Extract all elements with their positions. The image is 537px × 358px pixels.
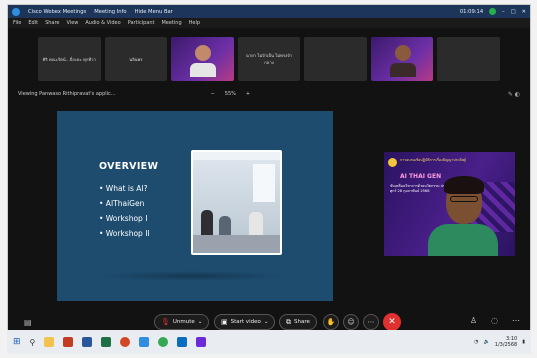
start-video-label: Start video (230, 319, 261, 325)
menu-audio-video[interactable]: Audio & Video (85, 20, 120, 26)
app-title: Cisco Webex Meetings (28, 8, 87, 15)
wifi-icon[interactable]: ◔ (474, 339, 478, 345)
participant-strip: ศิริ คณะรัตน์...นี่ระยะ ทุกทีวา นลินพร ฉ… (8, 31, 530, 85)
menu-help[interactable]: Help (189, 20, 200, 26)
participant-tile[interactable]: ฉายา ไม่จำเป็น ไม่ทรงจำ กลาง (237, 37, 301, 81)
windows-taskbar: ⊞ ⚲ ◔ 🔈 3:10 1/3/2568 ▮ (7, 330, 531, 354)
banner-ai-title: AI THAI GEN (400, 173, 442, 180)
menu-meeting[interactable]: Meeting (161, 20, 181, 26)
teams-icon[interactable] (196, 337, 207, 347)
participants-icon[interactable]: ♙ (470, 316, 477, 325)
webex-window: Cisco Webex Meetings Meeting Info Hide M… (7, 4, 531, 354)
participant-tile[interactable] (437, 37, 501, 81)
bullet-item: • Workshop I (99, 214, 148, 223)
volume-icon[interactable]: 🔈 (484, 339, 490, 345)
active-speaker-video[interactable]: การอบรมเชิงปฏิบัติการเรื่องปัญญาประดิษฐ์… (384, 152, 515, 256)
bullet-item: • Workshop II (99, 229, 150, 238)
viewing-label: Viewing Panwaso Rithipravat's applic... (18, 91, 116, 97)
more-icon[interactable]: ⋯ (512, 316, 520, 325)
unmute-label: Unmute (172, 319, 195, 325)
excel-icon[interactable] (101, 337, 112, 347)
banner-thai-title: การอบรมเชิงปฏิบัติการเรื่องปัญญาประดิษฐ์ (400, 158, 467, 162)
start-video-button[interactable]: ▣ Start video ⌄ (214, 314, 276, 330)
leave-meeting-button[interactable]: ✕ (383, 313, 401, 331)
start-icon[interactable]: ⊞ (13, 337, 21, 347)
camera-icon: ▣ (221, 318, 228, 326)
connection-status-icon (489, 8, 497, 15)
share-icon: ⧉ (286, 317, 291, 326)
bullet-item: • AIThaiGen (99, 199, 145, 208)
participant-name: ฉายา ไม่จำเป็น ไม่ทรงจำ กลาง (246, 53, 293, 65)
meeting-info-button[interactable]: Meeting Info (94, 9, 126, 15)
edge-icon[interactable] (177, 337, 188, 347)
system-tray: ◔ 🔈 3:10 1/3/2568 ▮ (474, 336, 525, 348)
title-bar: Cisco Webex Meetings Meeting Info Hide M… (8, 5, 530, 18)
university-logo-icon (388, 158, 397, 167)
zoom-in-button[interactable]: + (246, 91, 250, 97)
browser-icon[interactable] (120, 337, 131, 347)
microphone-muted-icon: 🎙 (161, 318, 170, 326)
slide-bullets: • What is AI? • AIThaiGen • Workshop I •… (99, 184, 150, 244)
reactions-icon[interactable]: ☺ (343, 314, 359, 330)
bullet-item: • What is AI? (99, 184, 148, 193)
participant-name: นลินพร (129, 56, 143, 62)
chat-icon[interactable]: ◌ (491, 316, 498, 325)
hide-menu-button[interactable]: Hide Menu Bar (135, 9, 173, 15)
menu-edit[interactable]: Edit (28, 20, 38, 26)
menu-file[interactable]: File (13, 20, 21, 26)
raise-hand-icon[interactable]: ✋ (323, 314, 339, 330)
annotate-icon[interactable]: ✎ ◐ (508, 91, 520, 98)
zoom-out-button[interactable]: − (211, 91, 215, 97)
minimize-icon[interactable]: – (502, 9, 505, 15)
unmute-button[interactable]: 🎙 Unmute ⌄ (154, 314, 210, 330)
share-button[interactable]: ⧉ Share (279, 314, 317, 330)
menu-participant[interactable]: Participant (128, 20, 155, 26)
menu-share[interactable]: Share (45, 20, 59, 26)
notification-icon[interactable]: ▮ (522, 339, 525, 345)
maximize-icon[interactable]: □ (511, 9, 516, 15)
slide-photo (191, 150, 282, 255)
zoom-level: 55% (224, 91, 236, 97)
slide-heading: OVERVIEW (99, 161, 159, 172)
share-bar: Viewing Panwaso Rithipravat's applic... … (8, 89, 530, 99)
participant-tile[interactable]: นลินพร (104, 37, 168, 81)
clock-date: 1/3/2568 (494, 342, 518, 348)
search-icon[interactable]: ⚲ (30, 338, 36, 347)
taskbar-clock[interactable]: 3:10 1/3/2568 (495, 336, 517, 348)
chevron-down-icon: ⌄ (197, 319, 203, 325)
close-icon[interactable]: ✕ (522, 9, 526, 15)
meeting-timer: 01:09:14 (459, 8, 484, 15)
chevron-down-icon: ⌄ (263, 319, 269, 325)
menu-view[interactable]: View (67, 20, 79, 26)
participant-video-tile[interactable] (171, 37, 234, 81)
chrome-icon[interactable] (158, 337, 169, 347)
participant-video-tile[interactable] (370, 37, 434, 81)
participant-tile[interactable]: ศิริ คณะรัตน์...นี่ระยะ ทุกทีวา (38, 37, 101, 81)
layout-icon[interactable]: ▤ (24, 318, 32, 327)
file-explorer-icon[interactable] (44, 337, 55, 347)
more-options-icon[interactable]: ⋯ (363, 314, 379, 330)
menu-bar: File Edit Share View Audio & Video Parti… (8, 18, 530, 28)
word-icon[interactable] (82, 337, 93, 347)
webex-taskbar-icon[interactable] (139, 337, 150, 347)
webex-logo-icon (12, 7, 20, 16)
participant-tile[interactable] (304, 37, 367, 81)
app-icon[interactable] (63, 337, 74, 347)
share-label: Share (294, 319, 310, 325)
participant-name: ศิริ คณะรัตน์...นี่ระยะ ทุกทีวา (42, 56, 96, 62)
shared-slide: OVERVIEW • What is AI? • AIThaiGen • Wor… (57, 111, 333, 301)
